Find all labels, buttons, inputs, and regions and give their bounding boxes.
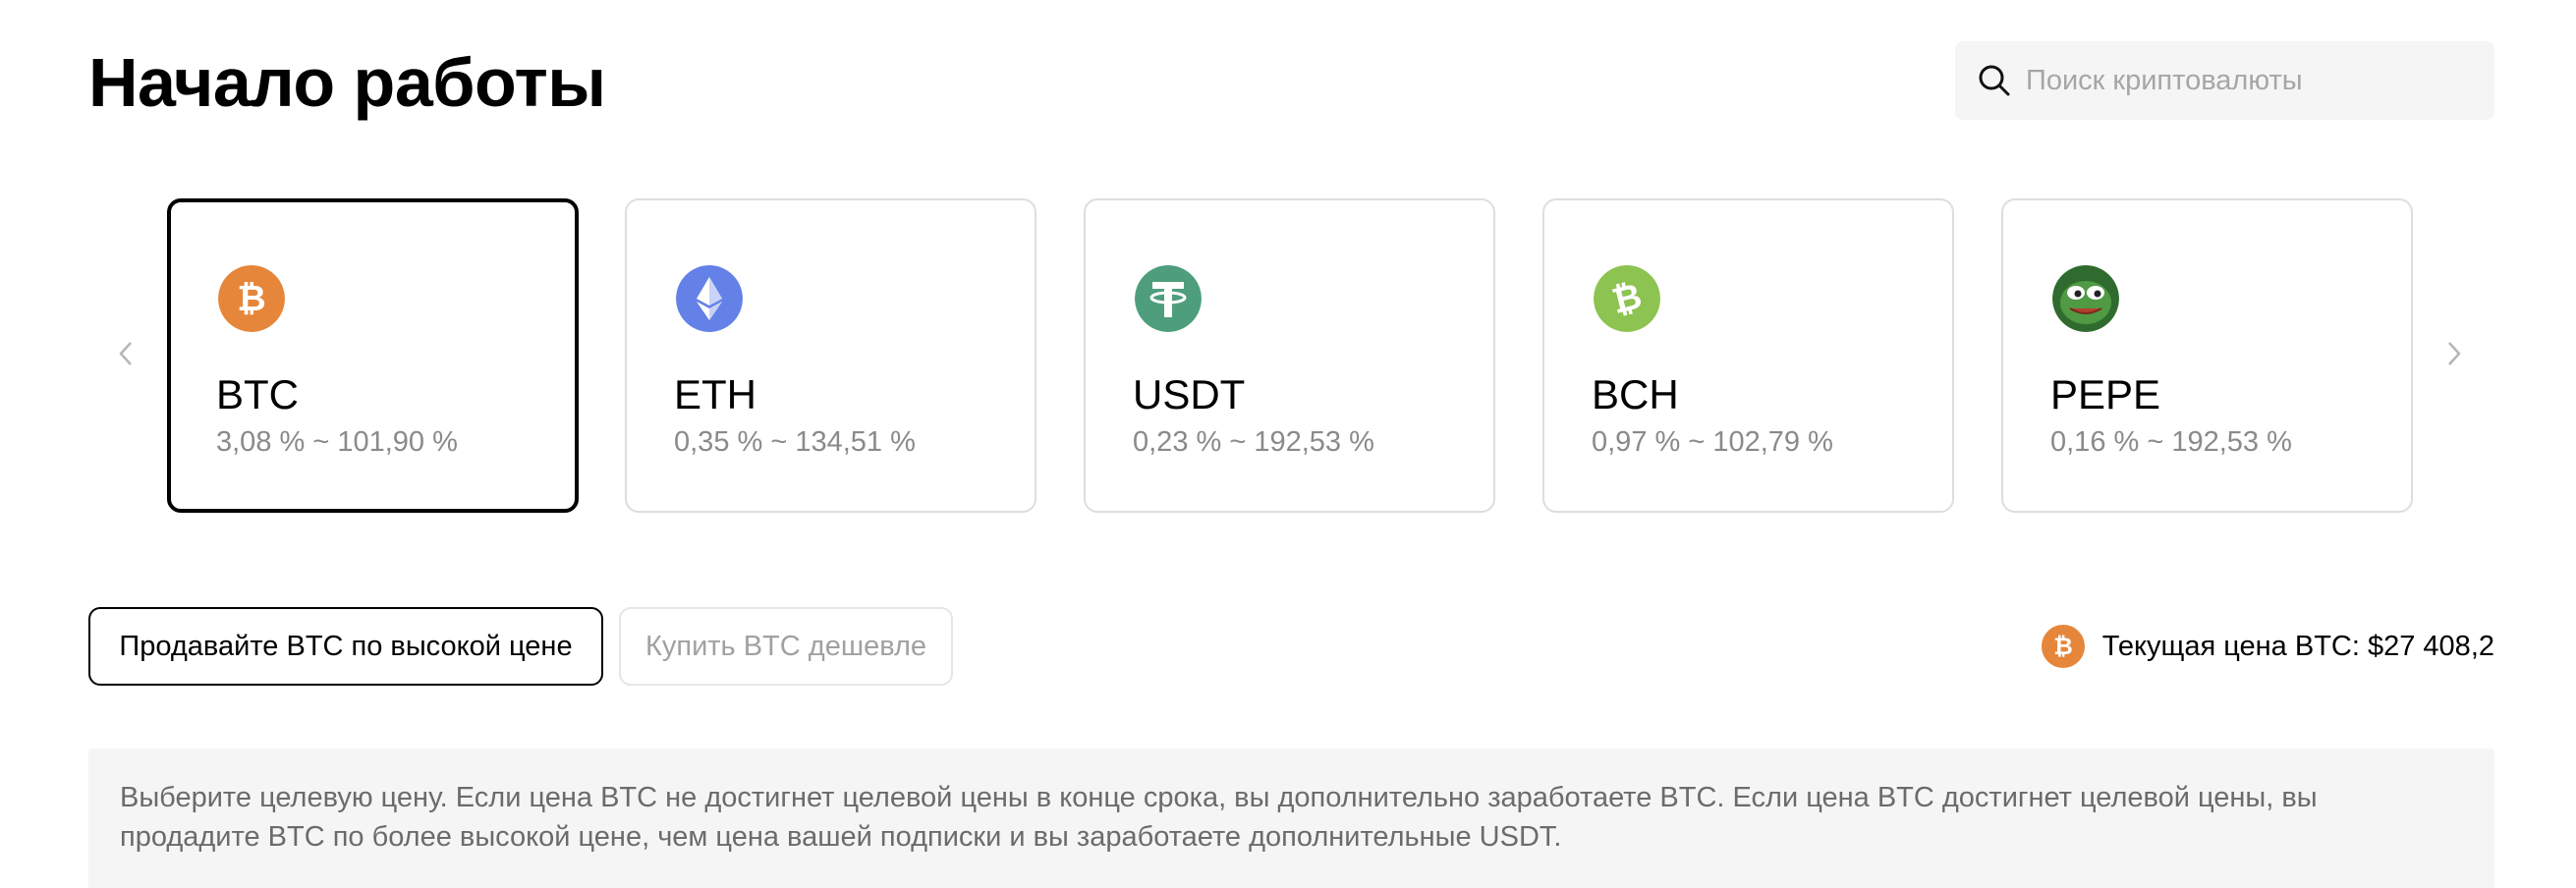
search-box[interactable] — [1955, 41, 2494, 120]
coin-card-usdt[interactable]: USDT 0,23 % ~ 192,53 % — [1084, 198, 1495, 513]
chevron-right-icon — [2446, 341, 2462, 371]
svg-text:₿: ₿ — [237, 278, 265, 318]
page-title: Начало работы — [88, 44, 606, 121]
info-text: Выберите целевую цену. Если цена BTC не … — [120, 782, 2318, 853]
coin-card-symbol: PEPE — [2050, 371, 2161, 417]
search-icon — [1977, 63, 2012, 98]
sell-high-button[interactable]: Продавайте BTC по высокой цене — [88, 607, 603, 686]
coin-card-symbol: BTC — [216, 371, 299, 417]
info-panel: Выберите целевую цену. Если цена BTC не … — [88, 749, 2494, 888]
current-price: ₿ Текущая цена BTC: $27 408,2 — [2041, 623, 2494, 670]
coin-card-symbol: BCH — [1592, 371, 1679, 417]
carousel-next-button[interactable] — [2436, 336, 2472, 375]
bitcoin-icon: ₿ — [2041, 625, 2085, 668]
coin-card-range: 0,16 % ~ 192,53 % — [2050, 426, 2292, 458]
bitcoin-icon: ₿ — [218, 265, 285, 332]
coin-card-range: 3,08 % ~ 101,90 % — [216, 426, 458, 458]
svg-text:₿: ₿ — [2053, 634, 2073, 660]
coin-card-symbol: ETH — [674, 371, 756, 417]
buy-low-button[interactable]: Купить BTC дешевле — [619, 607, 953, 686]
coin-card-range: 0,23 % ~ 192,53 % — [1133, 426, 1374, 458]
ethereum-icon — [676, 265, 743, 332]
pepe-frog-icon — [2052, 265, 2119, 332]
coin-card-pepe[interactable]: PEPE 0,16 % ~ 192,53 % — [2001, 198, 2413, 513]
current-price-label: Текущая цена BTC: $27 408,2 — [2101, 630, 2494, 662]
chevron-left-icon — [118, 341, 134, 371]
search-input[interactable] — [2026, 64, 2478, 97]
coin-card-symbol: USDT — [1133, 371, 1246, 417]
coin-card-eth[interactable]: ETH 0,35 % ~ 134,51 % — [625, 198, 1036, 513]
coin-card-range: 0,35 % ~ 134,51 % — [674, 426, 916, 458]
coin-card-btc[interactable]: ₿ BTC 3,08 % ~ 101,90 % — [167, 198, 579, 513]
bitcoin-cash-icon: ₿ — [1594, 265, 1660, 332]
carousel-prev-button[interactable] — [108, 336, 143, 375]
coin-card-range: 0,97 % ~ 102,79 % — [1592, 426, 1833, 458]
tether-icon — [1135, 265, 1202, 332]
coin-card-bch[interactable]: ₿ BCH 0,97 % ~ 102,79 % — [1542, 198, 1954, 513]
